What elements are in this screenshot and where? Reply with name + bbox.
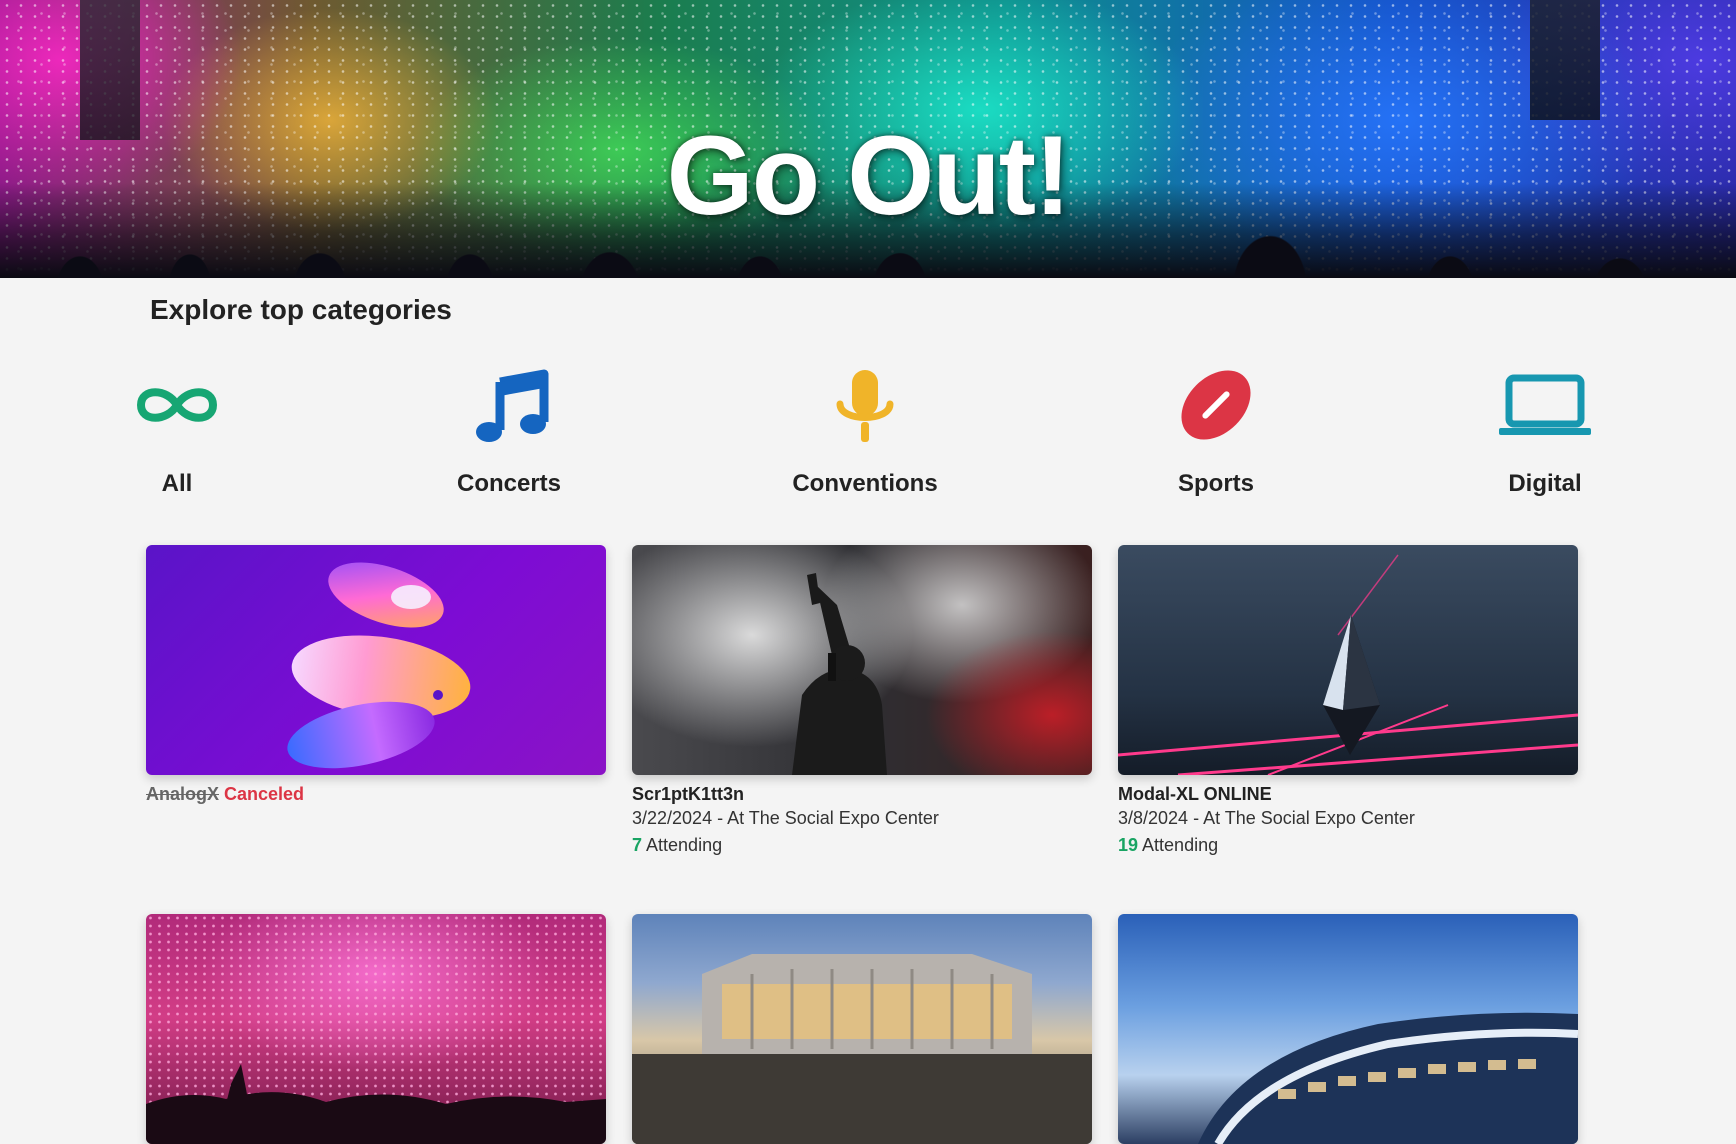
event-image-art <box>1198 1012 1578 1144</box>
hero-title: Go Out! <box>666 113 1072 238</box>
category-label: Conventions <box>792 470 938 497</box>
event-location: - At The Social Expo Center <box>712 808 939 828</box>
event-name: AnalogX <box>146 784 220 804</box>
event-image[interactable] <box>146 914 606 1144</box>
category-label: Digital <box>1508 470 1582 497</box>
music-note-icon <box>476 369 549 442</box>
category-conventions[interactable]: Conventions <box>755 360 975 498</box>
event-card[interactable] <box>632 914 1092 1144</box>
event-date-location: 3/22/2024 - At The Social Expo Center <box>632 805 1092 832</box>
category-all[interactable]: All <box>67 360 287 498</box>
category-label: Sports <box>1177 470 1254 497</box>
event-card[interactable]: Scr1ptK1tt3n 3/22/2024 - At The Social E… <box>632 545 1092 859</box>
event-image-art <box>146 1064 606 1144</box>
attending-count: 19 <box>1118 835 1139 855</box>
category-label: Concerts <box>456 470 562 497</box>
event-title[interactable]: Modal-XL ONLINE <box>1118 783 1578 805</box>
event-attendance: 7 Attending <box>632 832 1092 859</box>
event-image[interactable] <box>1118 545 1578 775</box>
event-date-location: 3/8/2024 - At The Social Expo Center <box>1118 805 1578 832</box>
event-title[interactable]: AnalogX Canceled <box>146 783 606 805</box>
microphone-icon <box>836 370 894 442</box>
attending-count: 7 <box>632 835 643 855</box>
football-icon <box>1181 370 1251 440</box>
event-location: - At The Social Expo Center <box>1188 808 1415 828</box>
event-image[interactable] <box>1118 914 1578 1144</box>
event-date: 3/8/2024 <box>1118 808 1189 828</box>
category-sports[interactable]: Sports <box>1106 360 1326 498</box>
hero-speaker-right <box>1530 0 1600 120</box>
event-date: 3/22/2024 <box>632 808 713 828</box>
laptop-icon <box>1499 374 1591 435</box>
event-card[interactable] <box>1118 914 1578 1144</box>
event-image-art <box>287 562 471 769</box>
event-attendance: 19 Attending <box>1118 832 1578 859</box>
event-title[interactable]: Scr1ptK1tt3n <box>632 783 1092 805</box>
category-concerts[interactable]: Concerts <box>399 360 619 498</box>
event-image[interactable] <box>146 545 606 775</box>
canceled-badge: Canceled <box>224 784 305 804</box>
infinity-icon <box>137 388 217 422</box>
attending-label: Attending <box>642 835 723 855</box>
event-card[interactable]: AnalogX Canceled <box>146 545 606 805</box>
event-image-art <box>632 954 1092 1144</box>
category-label: All <box>161 470 193 497</box>
event-card[interactable]: Modal-XL ONLINE 3/8/2024 - At The Social… <box>1118 545 1578 859</box>
event-image[interactable] <box>632 914 1092 1144</box>
attending-label: Attending <box>1138 835 1219 855</box>
event-image-art <box>792 573 887 775</box>
event-image[interactable] <box>632 545 1092 775</box>
category-digital[interactable]: Digital <box>1435 360 1655 498</box>
hero-banner: Go Out! <box>0 0 1736 278</box>
hero-speaker-left <box>80 0 140 140</box>
event-image-art <box>1118 554 1578 775</box>
categories-heading: Explore top categories <box>150 294 452 325</box>
event-card[interactable] <box>146 914 606 1144</box>
